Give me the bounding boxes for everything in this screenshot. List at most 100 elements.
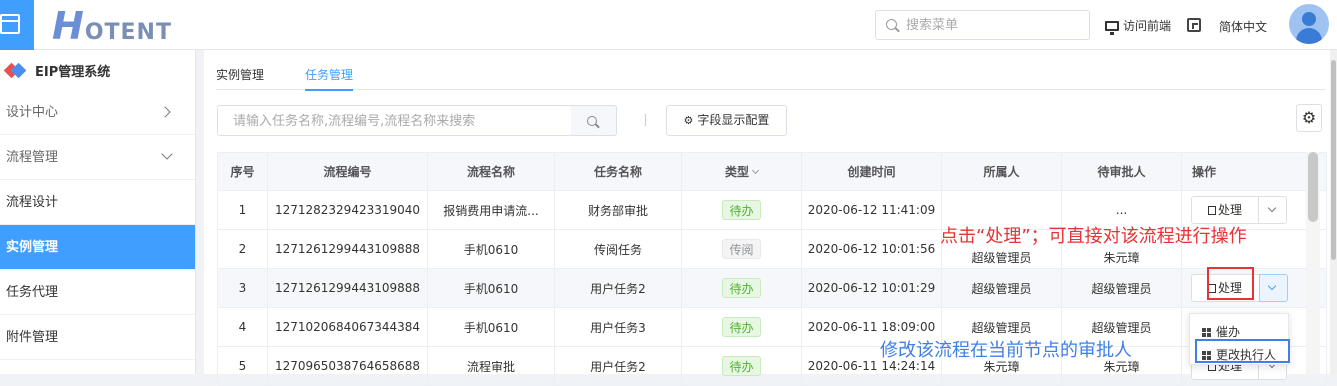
process-split-button[interactable]: 处理 (1191, 196, 1287, 224)
top-bar: HOTENT 访问前端 简体中文 (0, 0, 1337, 50)
active-tab-indicator (305, 89, 353, 91)
process-button[interactable]: 处理 (1192, 197, 1258, 223)
cell-task: 用户任务2 (554, 346, 682, 386)
menu-item-label: 催办 (1216, 325, 1241, 339)
chevron-down-icon (161, 148, 173, 160)
cell-flow: 报销费用申请流... (427, 190, 555, 230)
sidebar-item-label: 流程设计 (6, 195, 59, 210)
cell-type: 待办 (681, 346, 802, 386)
cell-no: 2 (217, 229, 268, 269)
menu-search-box[interactable] (875, 10, 1090, 40)
sidebar: EIP管理系统 设计中心 流程管理 流程设计 实例管理 任务代理 附件管理 (0, 50, 196, 374)
sidebar-item-label: 实例管理 (6, 240, 59, 255)
cell-created: 2020-06-12 10:01:56 (801, 229, 942, 269)
cell-code: 1271282329423319040 (267, 190, 428, 230)
cell-code: 1271020684067344384 (267, 307, 428, 347)
visit-front-link[interactable]: 访问前端 (1105, 17, 1172, 35)
system-title-label: EIP管理系统 (35, 64, 111, 80)
cell-task: 用户任务2 (554, 268, 682, 308)
annotation-text-process: 点击“处理”；可直接对该流程进行操作 (940, 226, 1247, 247)
cell-no: 5 (217, 346, 268, 386)
column-header: 创建时间 (801, 152, 942, 191)
grid-icon (1202, 328, 1211, 337)
search-icon (886, 19, 897, 30)
gear-icon: ⚙ (683, 114, 694, 127)
sidebar-item-task-delegation[interactable]: 任务代理 (0, 270, 195, 315)
cell-task: 财务部审批 (554, 190, 682, 230)
fullscreen-icon[interactable] (1187, 18, 1201, 32)
column-header: 流程名称 (427, 152, 555, 191)
cell-no: 4 (217, 307, 268, 347)
process-label: 处理 (1217, 203, 1242, 217)
sidebar-item-instance-management[interactable]: 实例管理 (0, 225, 195, 270)
column-header: 操作 (1181, 152, 1327, 191)
cell-type: 待办 (681, 268, 802, 308)
chevron-down-icon[interactable] (1267, 203, 1277, 213)
column-header-type[interactable]: 类型 (681, 152, 802, 191)
menu-toggle-button[interactable] (0, 0, 34, 50)
sidebar-item-label: 任务代理 (6, 285, 59, 300)
sidebar-item-label: 附件管理 (6, 330, 59, 345)
task-table: 序号 流程编号 流程名称 任务名称 类型 创建时间 所属人 待审批人 操作 1 … (217, 152, 1327, 386)
language-switch[interactable]: 简体中文 (1219, 18, 1267, 35)
cell-flow: 流程审批 (427, 346, 555, 386)
settings-gear-button[interactable]: ⚙ (1296, 104, 1322, 132)
task-search-input[interactable] (233, 111, 563, 131)
cell-code: 1271261299443109888 (267, 229, 428, 269)
visit-front-label: 访问前端 (1123, 19, 1172, 33)
cell-task: 用户任务3 (554, 307, 682, 347)
config-label: 字段显示配置 (697, 113, 770, 127)
cell-type: 待办 (681, 190, 802, 230)
avatar[interactable] (1289, 4, 1329, 44)
cell-flow: 手机0610 (427, 268, 555, 308)
sidebar-item-process-design[interactable]: 流程设计 (0, 180, 195, 225)
tabs: 实例管理 任务管理 (216, 50, 1325, 91)
status-badge: 待办 (722, 317, 761, 337)
sidebar-item-attachment-management[interactable]: 附件管理 (0, 315, 195, 360)
field-display-config-button[interactable]: ⚙ 字段显示配置 (666, 105, 787, 136)
cell-created: 2020-06-12 11:41:09 (801, 190, 942, 230)
chevron-down-icon (751, 166, 760, 175)
gear-icon: ⚙ (1301, 108, 1317, 127)
chevron-right-icon (159, 106, 171, 118)
task-search-box[interactable] (217, 105, 572, 136)
cell-task: 传阅任务 (554, 229, 682, 269)
table-scrollbar[interactable] (1306, 152, 1320, 374)
sidebar-item-process-management[interactable]: 流程管理 (0, 135, 195, 180)
column-header: 所属人 (941, 152, 1062, 191)
menu-icon (0, 14, 20, 34)
toolbar-divider (645, 114, 646, 126)
tab-task-management[interactable]: 任务管理 (305, 66, 353, 83)
logo-text: OTENT (84, 20, 172, 45)
main-content: 实例管理 任务管理 ⚙字段显示配置 ⚙ 序号 流程编号 流程名称 任务名称 类型… (204, 50, 1330, 386)
column-header: 任务名称 (554, 152, 682, 191)
logo-letter: H (52, 4, 85, 48)
page-scrollbar-thumb[interactable] (1331, 60, 1336, 260)
cell-flow: 手机0610 (427, 229, 555, 269)
cell-code: 1270965038764658688 (267, 346, 428, 386)
system-logo-icon (3, 62, 20, 78)
table-scrollbar-thumb[interactable] (1308, 152, 1318, 222)
cell-op: 处理 (1181, 268, 1327, 308)
cell-no: 1 (217, 190, 268, 230)
menu-search-input[interactable] (906, 15, 1076, 35)
cell-approver: 超级管理员 (1061, 268, 1182, 308)
table-row: 4 1271020684067344384 手机0610 用户任务3 待办 20… (217, 307, 1327, 347)
monitor-icon (1105, 21, 1119, 35)
annotation-highlight-change-assignee (1195, 339, 1290, 363)
cell-no: 3 (217, 268, 268, 308)
tab-instance-management[interactable]: 实例管理 (216, 66, 264, 83)
cell-flow: 手机0610 (427, 307, 555, 347)
avatar-head (1302, 12, 1316, 26)
search-button[interactable] (571, 105, 617, 136)
cell-type: 待办 (681, 307, 802, 347)
sidebar-item-design-center[interactable]: 设计中心 (0, 90, 195, 135)
split-divider (1258, 197, 1259, 223)
table-header-row: 序号 流程编号 流程名称 任务名称 类型 创建时间 所属人 待审批人 操作 (217, 152, 1327, 191)
avatar-body (1296, 28, 1322, 44)
column-header: 流程编号 (267, 152, 428, 191)
column-header: 序号 (217, 152, 268, 191)
cell-owner: 超级管理员 (941, 268, 1062, 308)
status-badge: 待办 (722, 356, 761, 376)
menu-item-urge[interactable]: 催办 (1202, 323, 1240, 340)
